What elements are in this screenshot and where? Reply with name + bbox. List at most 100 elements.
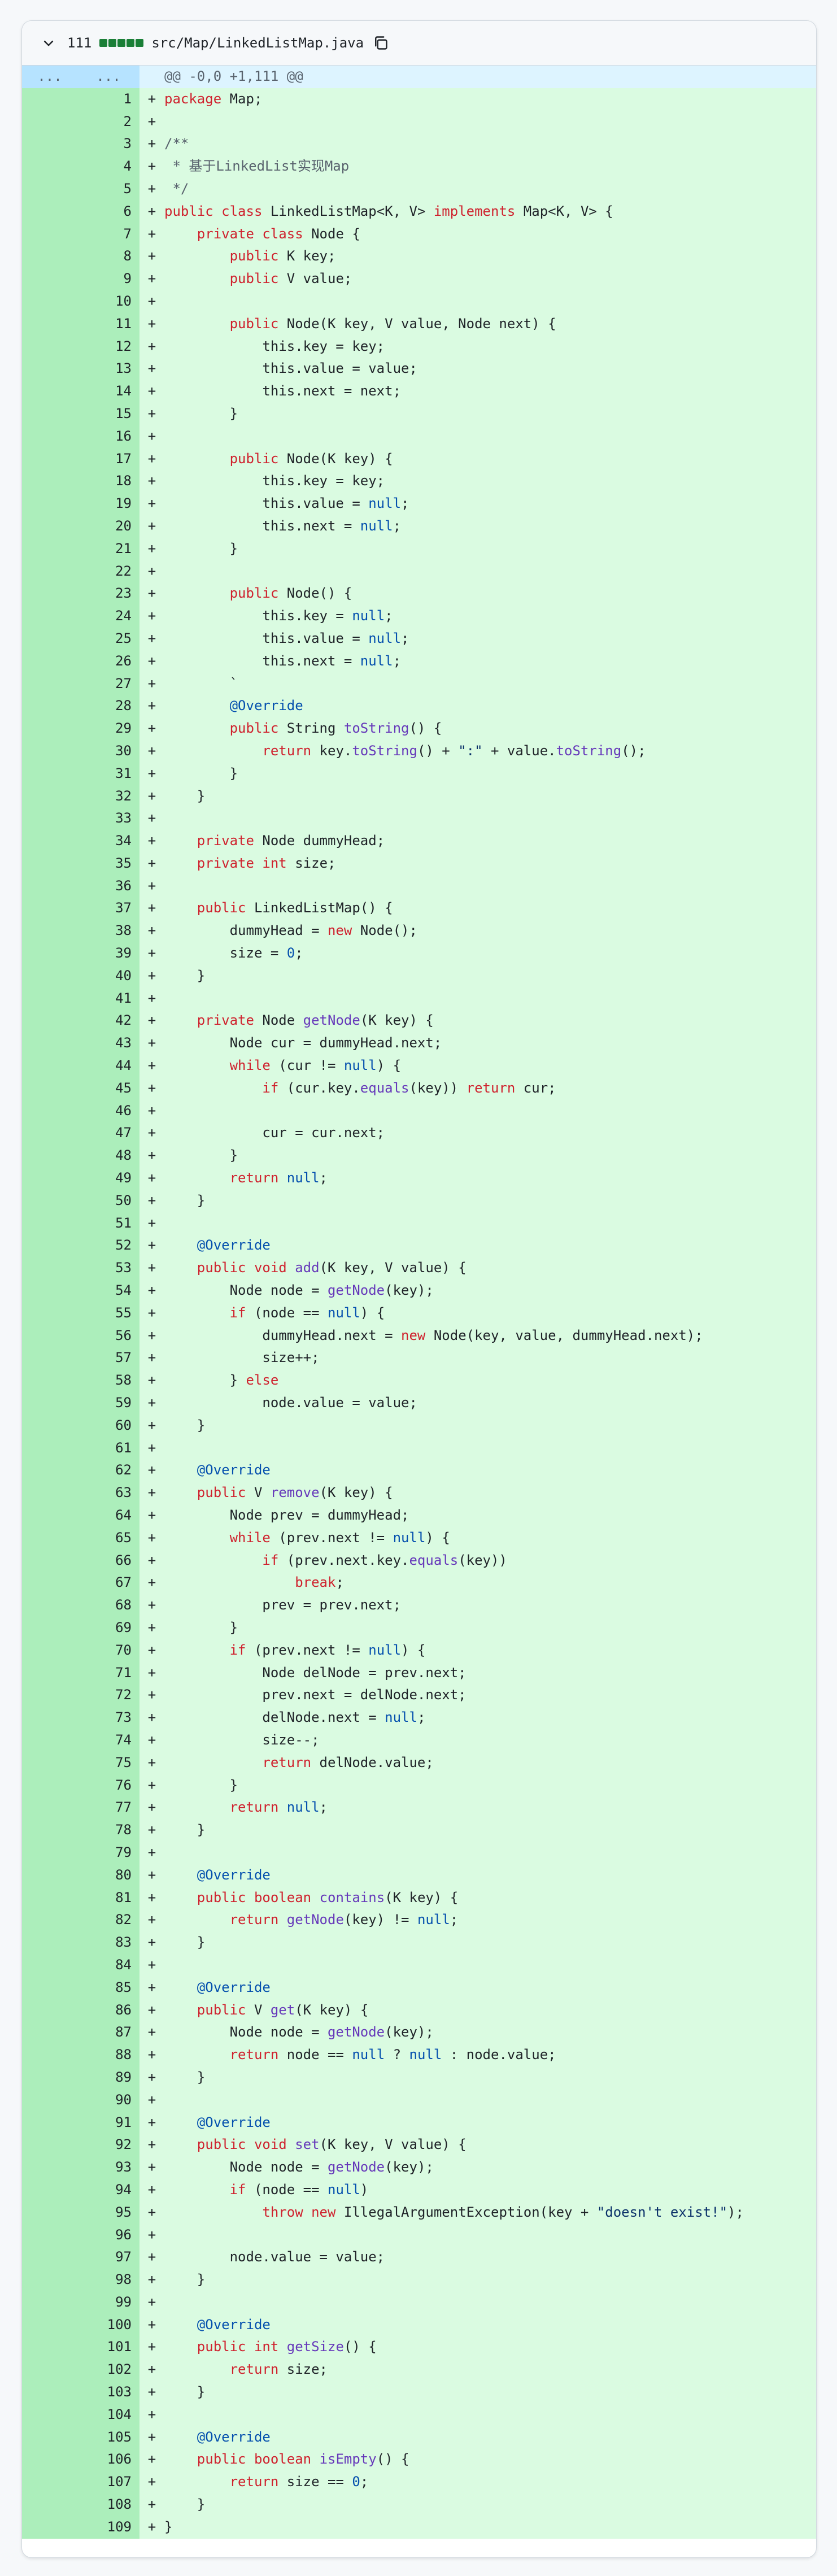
old-line-number[interactable] — [22, 1077, 77, 1100]
new-line-number[interactable]: 32 — [77, 785, 140, 808]
old-line-number[interactable] — [22, 987, 77, 1010]
old-line-number[interactable] — [22, 380, 77, 403]
old-line-number[interactable] — [22, 852, 77, 875]
old-line-number[interactable] — [22, 1437, 77, 1460]
new-line-number[interactable]: 69 — [77, 1616, 140, 1639]
new-line-number[interactable]: 49 — [77, 1167, 140, 1190]
new-line-number[interactable]: 12 — [77, 335, 140, 358]
new-line-number[interactable]: 88 — [77, 2044, 140, 2066]
new-line-number[interactable]: 60 — [77, 1414, 140, 1437]
old-line-number[interactable] — [22, 2223, 77, 2247]
new-line-number[interactable]: 38 — [77, 920, 140, 943]
new-line-number[interactable]: 51 — [77, 1212, 140, 1235]
old-line-number[interactable] — [22, 2359, 77, 2382]
new-line-number[interactable]: 5 — [77, 177, 140, 201]
old-line-number[interactable] — [22, 2426, 77, 2449]
old-line-number[interactable] — [22, 1504, 77, 1527]
old-line-number[interactable] — [22, 177, 77, 201]
new-line-number[interactable]: 3 — [77, 133, 140, 156]
new-line-number[interactable]: 63 — [77, 1482, 140, 1504]
new-line-number[interactable]: 64 — [77, 1504, 140, 1527]
old-line-number[interactable] — [22, 2269, 77, 2291]
new-line-number[interactable]: 83 — [77, 1931, 140, 1954]
new-line-number[interactable]: 11 — [77, 312, 140, 336]
old-line-number[interactable] — [22, 560, 77, 583]
old-line-number[interactable] — [22, 200, 77, 223]
new-line-number[interactable]: 59 — [77, 1392, 140, 1415]
new-line-number[interactable]: 21 — [77, 537, 140, 560]
old-line-number[interactable] — [22, 2134, 77, 2157]
old-line-number[interactable] — [22, 627, 77, 650]
old-line-number[interactable] — [22, 650, 77, 673]
old-line-number[interactable] — [22, 402, 77, 425]
new-line-number[interactable]: 45 — [77, 1077, 140, 1100]
old-line-number[interactable] — [22, 2381, 77, 2404]
new-line-number[interactable]: 9 — [77, 268, 140, 290]
new-line-number[interactable]: 6 — [77, 200, 140, 223]
old-line-number[interactable] — [22, 964, 77, 987]
new-line-number[interactable]: 82 — [77, 1909, 140, 1932]
new-line-number[interactable]: 19 — [77, 493, 140, 515]
new-line-number[interactable]: 75 — [77, 1751, 140, 1774]
new-line-number[interactable]: 100 — [77, 2313, 140, 2336]
new-line-number[interactable]: 65 — [77, 1526, 140, 1550]
new-line-number[interactable]: 31 — [77, 762, 140, 785]
new-line-number[interactable]: 22 — [77, 560, 140, 583]
new-line-number[interactable]: 92 — [77, 2134, 140, 2157]
old-line-number[interactable] — [22, 2088, 77, 2112]
new-line-number[interactable]: 61 — [77, 1437, 140, 1460]
new-line-number[interactable]: 1 — [77, 88, 140, 111]
new-line-number[interactable]: 58 — [77, 1369, 140, 1393]
hunk-expand-left[interactable]: ... — [22, 66, 77, 88]
old-line-number[interactable] — [22, 1661, 77, 1685]
old-line-number[interactable] — [22, 358, 77, 381]
old-line-number[interactable] — [22, 1145, 77, 1168]
new-line-number[interactable]: 81 — [77, 1886, 140, 1909]
new-line-number[interactable]: 41 — [77, 987, 140, 1010]
old-line-number[interactable] — [22, 1616, 77, 1639]
old-line-number[interactable] — [22, 739, 77, 763]
new-line-number[interactable]: 29 — [77, 717, 140, 740]
new-line-number[interactable]: 67 — [77, 1572, 140, 1595]
old-line-number[interactable] — [22, 942, 77, 965]
new-line-number[interactable]: 89 — [77, 2066, 140, 2089]
old-line-number[interactable] — [22, 1594, 77, 1617]
old-line-number[interactable] — [22, 312, 77, 336]
new-line-number[interactable]: 91 — [77, 2111, 140, 2134]
old-line-number[interactable] — [22, 2291, 77, 2314]
new-line-number[interactable]: 26 — [77, 650, 140, 673]
new-line-number[interactable]: 70 — [77, 1639, 140, 1662]
old-line-number[interactable] — [22, 110, 77, 133]
old-line-number[interactable] — [22, 1999, 77, 2022]
old-line-number[interactable] — [22, 2156, 77, 2179]
old-line-number[interactable] — [22, 1099, 77, 1122]
old-line-number[interactable] — [22, 1639, 77, 1662]
new-line-number[interactable]: 34 — [77, 830, 140, 852]
new-line-number[interactable]: 73 — [77, 1707, 140, 1729]
old-line-number[interactable] — [22, 1684, 77, 1707]
new-line-number[interactable]: 76 — [77, 1774, 140, 1797]
old-line-number[interactable] — [22, 874, 77, 898]
new-line-number[interactable]: 2 — [77, 110, 140, 133]
new-line-number[interactable]: 56 — [77, 1324, 140, 1347]
old-line-number[interactable] — [22, 1931, 77, 1954]
new-line-number[interactable]: 95 — [77, 2201, 140, 2224]
new-line-number[interactable]: 57 — [77, 1347, 140, 1370]
copy-icon[interactable] — [373, 35, 389, 51]
new-line-number[interactable]: 39 — [77, 942, 140, 965]
new-line-number[interactable]: 104 — [77, 2403, 140, 2426]
new-line-number[interactable]: 23 — [77, 582, 140, 606]
new-line-number[interactable]: 17 — [77, 447, 140, 471]
old-line-number[interactable] — [22, 2066, 77, 2089]
new-line-number[interactable]: 48 — [77, 1145, 140, 1168]
new-line-number[interactable]: 99 — [77, 2291, 140, 2314]
old-line-number[interactable] — [22, 2178, 77, 2201]
old-line-number[interactable] — [22, 1189, 77, 1212]
old-line-number[interactable] — [22, 1796, 77, 1820]
new-line-number[interactable]: 107 — [77, 2471, 140, 2494]
old-line-number[interactable] — [22, 1032, 77, 1055]
old-line-number[interactable] — [22, 1414, 77, 1437]
old-line-number[interactable] — [22, 695, 77, 718]
new-line-number[interactable]: 24 — [77, 605, 140, 628]
new-line-number[interactable]: 106 — [77, 2448, 140, 2471]
